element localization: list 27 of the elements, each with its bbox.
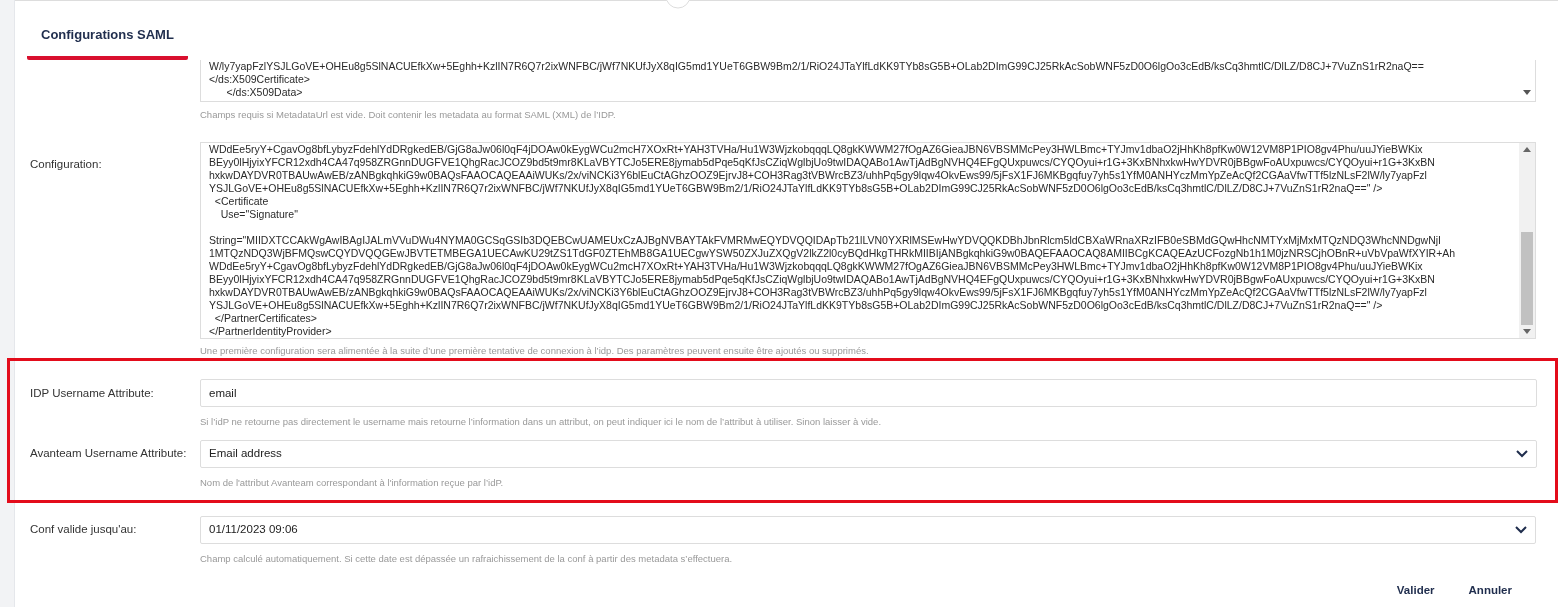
- field-value: email: [209, 385, 238, 401]
- action-button[interactable]: Annuler: [1464, 579, 1516, 601]
- field-label: Avanteam Username Attribute:: [29, 445, 188, 461]
- select-field[interactable]: 01/11/2023 09:06: [200, 515, 1536, 544]
- hint-text: Si l’idP ne retourne pas directement le username mais retourne l’information dans un attribut, on peut indiquer ici le nom de l’attribut à utiliser. Sinon laisser à vide.: [200, 415, 883, 430]
- code-text: WDdEe5ryY+CgavOg8bfLybyzFdehlYdDRgkedEB/GjG8aJw06l0qF4jDOAw0kEygWCu2mcH7XOxRt+YAH3TVHa/Hu1W3WjzkobqqqLQ8gkKWWM27fOgAZ6GieaJBN6VBSMMcPey3HWLBmc+TYJmv1dbaO2jHhKh8pfKw0W12VM8P1PIO8gv4Phu/uuJYieBWKix BEyy0lHjyixYFCR12xdh4CA47q958ZRGnnDUGFVE1QhgRacJCOZ9bd5t9mr8KLaVBYTCJo5ERE8jymab5dPqe5qKfJsCZiqWglbjUo9twIDAQABo1AwTjAdBgNVHQ4EFgQUxpuwcs/CYQOyui+r1G+3KxBNhxkwHwYDVR0jBBgwFoAUxpuwcs/CYQOyui+r1G+3KxBN hxkwDAYDVR0TBAUwAwEB/zANBgkqhkiG9w0BAQsFAAOCAQEAAiWUKs/2x/viNCKi3Y6blEuCtAGhzOOZ9EjrvJ8+COH3Rag3tVBWrcBZ3/uhhPq5gy9lqw4OkvEws99/5jFsX1FJ6MKBgqfuy7yh5s1YfM0ANHYczMmYpZeAcQf2CGAaVfwTTf5lzNLsF2lW/ly7yapFzl YSJLGoVE+OHEu8g5SlNACUEfkXw+5Eghh+KzlIN7R6Q7r2ixWNFBC/jWf7NKUfJyX8qIG5md1YUeT6GBW9Bm2/1/RiO24JTaYlfLdKK9TYb8sG5B+OLab2DImG99CJ25RkAcSobWNF5zD0O6lgOo3cEdB/ksCq3hmtlC/DlLZ/D8CJ+7VuZnS1rR2naQ==" /> <Certificate Use="Signature" String="MIIDXTCCAkWgAwIBAgIJALmVVuDWu4NYMA0GCSqGSIb3DQEBCwUAMEUxCzAJBgNVBAYTAkFVMRMwEQYDVQQIDApTb21lLVN0YXRlMSEwHwYDVQQKDBhJbnRlcm5ldCBXaWRnaXRzIFB0eSBMdGQwHhcNMTYxMjMxMTQzNDQ3WhcNNDgwNjI 1MTQzNDQ3WjBFMQswCQYDVQQGEwJBVTETMBEGA1UECAwKU29tZS1TdGF0ZTEhMB8GA1UECgwYSW50ZXJuZXQgV2lkZ2l0cyBQdHkgTHRkMIIBIjANBgkqhkiG9w0BAQEFAAOCAQ8AMIIBCgKCAQEAzUCFozgNb1h1M0jzNRSCjhOBnR+uVbVpaWfXYIR+Ah WDdEe5ryY+CgavOg8bfLybyzFdehlYdDRgkedEB/GjG8aJw06l0qF4jDOAw0kEygWCu2mcH7XOxRt+YAH3TVHa/Hu1W3WjzkobqqqLQ8gkKWWM27fOgAZ6GieaJBN6VBSMMcPey3HWLBmc+TYJmv1dbaO2jHhKh8pfKw0W12VM8P1PIO8gv4Phu/uuJYieBWKix BEyy0lHjyixYFCR12xdh4CA47q958ZRGnnDUGFVE1QhgRacJCOZ9bd5t9mr8KLaVBYTCJo5ERE8jymab5dPqe5qKfJsCZiqWglbjUo9twIDAQABo1AwTjAdBgNVHQ4EFgQUxpuwcs/CYQOyui+r1G+3KxBNhxkwHwYDVR0jBBgwFoAUxpuwcs/CYQOyui+r1G+3KxBN hxkwDAYDVR0TBAUwAwEB/zANBgkqhkiG9w0BAQsFAAOCAQEAAiWUKs/2x/viNCKi3Y6blEuCtAGhzOOZ9EjrvJ8+COH3Rag3tVBWrcBZ3/uhhPq5gy9lqw4OkvEws99/5jFsX1FJ6MKBgqfuy7yh5s1YfM0ANHYczMmYpZeAcQf2CGAaVfwTTf5lzNLsF2lW/ly7yapFzl YSJLGoVE+OHEu8g5SlNACUEfkXw+5Eghh+KzlIN7R6Q7r2ixWNFBC/jWf7NKUfJyX8qIG5md1YUeT6GBW9Bm2/1/RiO24JTaYlfLdKK9TYb8sG5B+OLab2DImG99CJ25RkAcSobWNF5zD0O6lgOo3cEdB/ksCq3hmtlC/DlLZ/D8CJ+7VuZnS1rR2naQ==" /> </PartnerCertificates> </PartnerIdentityProvider>: [208, 143, 1457, 339]
- hint-text: Champ calculé automatiquement. Si cette date est dépassée un rafraichissement de la conf à partir des metadata s’effectuera.: [200, 551, 734, 566]
- action-button[interactable]: Valider: [1392, 579, 1439, 601]
- field-label: Configuration:: [29, 157, 103, 173]
- field-value: Email address: [209, 445, 283, 461]
- hint-text: Une première configuration sera alimentée à la suite d’une première tentative de connexion à l’idp. Des paramètres peuvent ensuite être ajoutés ou supprimés.: [200, 345, 870, 358]
- chevron-down-icon: [1516, 449, 1528, 458]
- chevron-down-icon: [1515, 525, 1527, 534]
- input-field[interactable]: email: [200, 379, 1537, 408]
- field-label: Conf valide jusqu'au:: [29, 522, 138, 538]
- scroll-down-icon[interactable]: [1523, 90, 1531, 95]
- code-text: W/ly7yapFzlYSJLGoVE+OHEu8g5SlNACUEfkXw+5Eghh+KzlIN7R6Q7r2ixWNFBC/jWf7NKUfJyX8qIG5md1YUeT6GBW9Bm2/1/RiO24JTaYlfLdKK9TYb8sG5B+OLab2DImG99CJ25RkAcSobWNF5zD0O6lgOo3cEdB/ksCq3hmtlC/DlLZ/D8CJ+7VuZnS1rR2naQ== </ds:X509Certificate> </ds:X509Data>: [208, 60, 1425, 100]
- field-value: 01/11/2023 09:06: [209, 522, 299, 538]
- tab[interactable]: Configurations SAML: [27, 24, 188, 60]
- hint-text: Champs requis si MetadataUrl est vide. Doit contenir les metadata au format SAML (XML) de l’IDP.: [200, 108, 617, 122]
- field-label: IDP Username Attribute:: [29, 385, 155, 401]
- select-field[interactable]: Email address: [200, 439, 1537, 468]
- hint-text: Nom de l'attribut Avanteam correspondant à l'information reçue par l’idP.: [200, 475, 505, 490]
- scroll-thumb[interactable]: [1521, 232, 1533, 326]
- scroll-down-icon[interactable]: [1523, 329, 1531, 335]
- scrollbar[interactable]: [1519, 143, 1535, 339]
- scroll-up-icon[interactable]: [1523, 147, 1531, 153]
